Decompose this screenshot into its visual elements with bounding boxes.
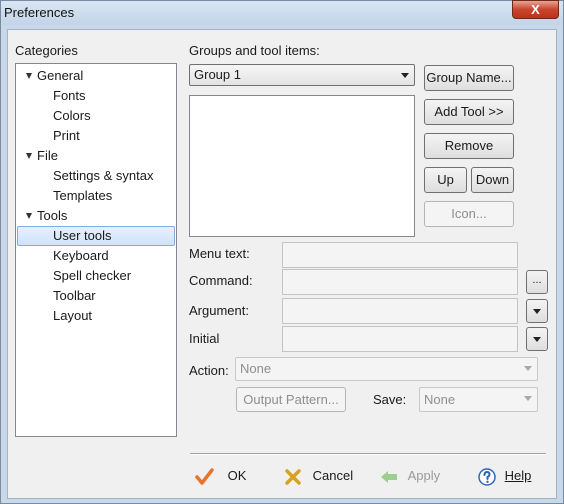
tree-item-keyboard[interactable]: Keyboard — [53, 246, 109, 266]
group-name-button[interactable]: Group Name... — [424, 65, 514, 91]
cancel-label: Cancel — [312, 468, 354, 483]
save-select[interactable]: None — [419, 387, 538, 412]
tree-item-spell-checker[interactable]: Spell checker — [53, 266, 131, 286]
action-select-value: None — [240, 361, 272, 376]
expand-arrow-icon[interactable] — [26, 73, 32, 79]
icon-button[interactable]: Icon... — [424, 201, 514, 227]
apply-label: Apply — [407, 468, 441, 483]
add-tool-button[interactable]: Add Tool >> — [424, 99, 514, 125]
remove-button[interactable]: Remove — [424, 133, 514, 159]
title-bar: Preferences X — [1, 0, 563, 25]
tree-item-settings-syntax[interactable]: Settings & syntax — [53, 166, 153, 186]
command-field[interactable] — [282, 269, 518, 295]
preferences-window: Preferences X Categories General Fonts C… — [0, 0, 564, 504]
initial-field[interactable] — [282, 326, 518, 352]
cancel-x-icon — [285, 468, 301, 485]
menu-text-label: Menu text: — [189, 246, 250, 261]
chevron-down-icon — [533, 337, 541, 342]
groups-label: Groups and tool items: — [189, 43, 320, 58]
up-button[interactable]: Up — [424, 167, 467, 193]
group-select[interactable]: Group 1 — [189, 64, 415, 86]
ok-button[interactable]: OK — [194, 462, 246, 490]
chevron-down-icon — [533, 309, 541, 314]
action-label: Action: — [189, 363, 229, 378]
argument-field[interactable] — [282, 298, 518, 324]
argument-label: Argument: — [189, 303, 249, 318]
chevron-down-icon — [401, 73, 409, 78]
tree-item-general[interactable]: General — [37, 66, 83, 86]
dialog-body: Categories General Fonts Colors Print Fi… — [7, 29, 557, 499]
down-button[interactable]: Down — [471, 167, 514, 193]
chevron-down-icon — [524, 396, 532, 401]
output-pattern-button[interactable]: Output Pattern... — [236, 387, 346, 412]
help-button[interactable]: Help — [478, 462, 531, 490]
initial-label: Initial — [189, 331, 220, 346]
menu-text-field[interactable] — [282, 242, 518, 268]
checkmark-icon — [195, 467, 214, 485]
argument-menu-button[interactable] — [526, 299, 548, 323]
tree-item-file[interactable]: File — [37, 146, 58, 166]
tree-item-templates[interactable]: Templates — [53, 186, 112, 206]
tree-item-fonts[interactable]: Fonts — [53, 86, 86, 106]
command-browse-button[interactable]: ... — [526, 270, 548, 294]
save-label: Save: — [373, 392, 407, 407]
initial-menu-button[interactable] — [526, 327, 548, 351]
tree-item-colors[interactable]: Colors — [53, 106, 91, 126]
categories-tree[interactable]: General Fonts Colors Print File Settings… — [15, 63, 177, 437]
help-question-icon — [478, 467, 496, 486]
expand-arrow-icon[interactable] — [26, 213, 32, 219]
tree-item-user-tools[interactable]: User tools — [53, 226, 112, 246]
close-button[interactable]: X — [512, 0, 559, 19]
apply-arrow-icon — [381, 470, 397, 483]
window-title: Preferences — [4, 5, 75, 20]
tree-item-print[interactable]: Print — [53, 126, 80, 146]
tree-item-layout[interactable]: Layout — [53, 306, 92, 326]
chevron-down-icon — [524, 366, 532, 371]
tool-items-list[interactable] — [189, 95, 415, 237]
group-select-value: Group 1 — [194, 67, 241, 82]
apply-button[interactable]: Apply — [380, 462, 440, 490]
footer-divider — [190, 453, 546, 455]
expand-arrow-icon[interactable] — [26, 153, 32, 159]
ok-label: OK — [227, 468, 247, 483]
tree-item-tools[interactable]: Tools — [37, 206, 67, 226]
cancel-button[interactable]: Cancel — [284, 462, 353, 490]
command-label: Command: — [189, 273, 253, 288]
help-label: Help — [504, 468, 532, 483]
save-select-value: None — [424, 392, 456, 407]
categories-label: Categories — [15, 43, 78, 58]
action-select[interactable]: None — [235, 357, 538, 381]
tree-item-toolbar[interactable]: Toolbar — [53, 286, 96, 306]
